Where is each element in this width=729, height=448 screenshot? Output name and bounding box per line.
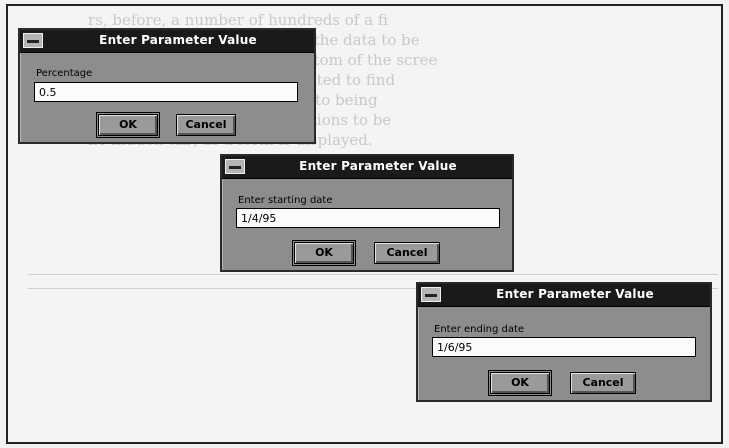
cancel-button[interactable]: Cancel — [176, 114, 236, 136]
parameter-label: Percentage — [36, 68, 93, 79]
background-divider — [28, 274, 718, 275]
parameter-input[interactable]: 1/6/95 — [432, 337, 696, 357]
cancel-button[interactable]: Cancel — [374, 242, 440, 264]
parameter-input[interactable]: 0.5 — [34, 82, 298, 102]
parameter-dialog-starting-date: Enter Parameter Value Enter starting dat… — [220, 154, 514, 272]
parameter-input[interactable]: 1/4/95 — [236, 208, 500, 228]
dialog-titlebar: Enter Parameter Value — [222, 156, 512, 179]
system-menu-icon[interactable] — [23, 33, 43, 48]
parameter-dialog-ending-date: Enter Parameter Value Enter ending date … — [416, 282, 712, 402]
dialog-titlebar: Enter Parameter Value — [418, 284, 710, 307]
cancel-button[interactable]: Cancel — [570, 372, 636, 394]
dialog-title: Enter Parameter Value — [99, 33, 257, 47]
ok-button[interactable]: OK — [488, 370, 552, 396]
dialog-title: Enter Parameter Value — [496, 287, 654, 301]
ok-button[interactable]: OK — [292, 240, 356, 266]
system-menu-icon[interactable] — [421, 287, 441, 302]
dialog-title: Enter Parameter Value — [299, 159, 457, 173]
background-line: rs, before, a number of hundreds of a fi — [88, 11, 388, 29]
parameter-label: Enter ending date — [434, 324, 525, 335]
dialog-titlebar: Enter Parameter Value — [20, 30, 314, 53]
parameter-label: Enter starting date — [238, 195, 333, 206]
parameter-dialog-percentage: Enter Parameter Value Percentage 0.5 OK … — [18, 28, 316, 144]
ok-button[interactable]: OK — [96, 112, 160, 138]
system-menu-icon[interactable] — [225, 159, 245, 174]
